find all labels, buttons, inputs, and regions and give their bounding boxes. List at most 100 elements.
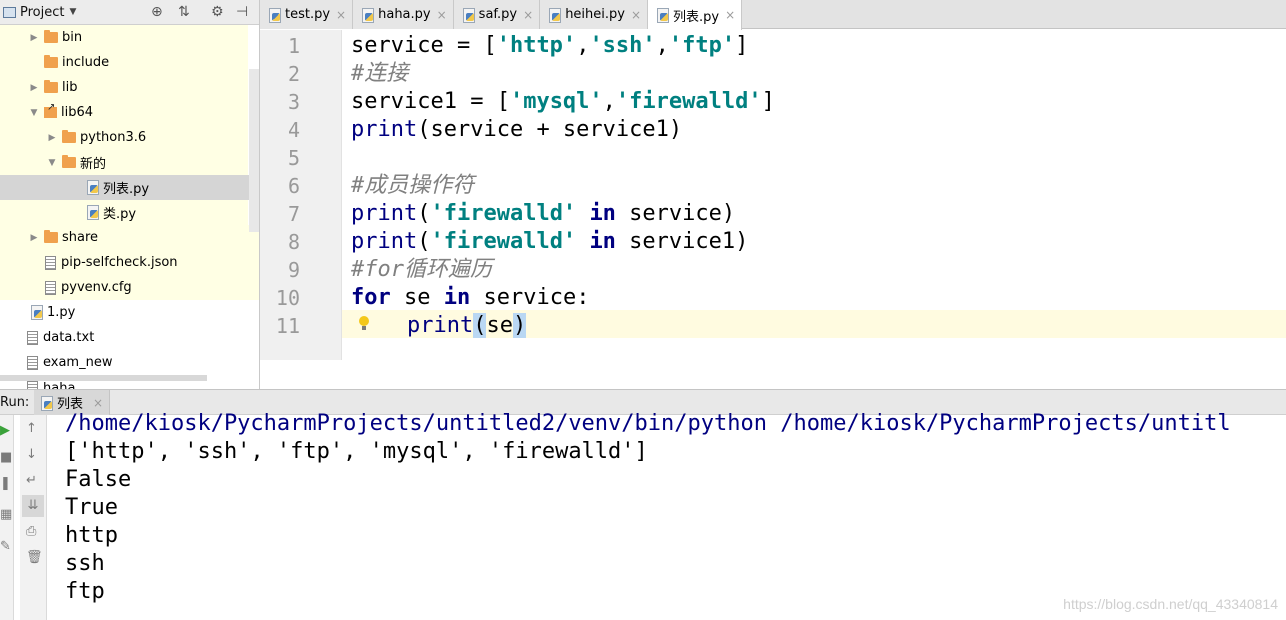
collapse-all-icon[interactable]: ⇅: [178, 4, 190, 20]
tree-item-lib[interactable]: ▶ lib: [0, 75, 248, 100]
line-number: 8: [287, 230, 300, 254]
line-number: 11: [275, 314, 300, 338]
code-line-9: #for循环遍历: [351, 257, 492, 282]
line-number-gutter: 1 2 3 4 5 6 7 8 9 10 11: [260, 30, 342, 360]
project-title[interactable]: Project: [20, 5, 64, 20]
python-file-icon: [30, 305, 43, 320]
soft-wrap-icon[interactable]: ↵: [26, 474, 37, 488]
line-number: 2: [287, 62, 300, 86]
tab-test-py[interactable]: test.py ×: [260, 0, 354, 29]
builtin-token: print: [351, 201, 418, 226]
tree-item-xinde[interactable]: ▼ 新的: [0, 150, 248, 175]
tab-haha-py[interactable]: haha.py ×: [353, 0, 454, 29]
tab-saf-py[interactable]: saf.py ×: [453, 0, 541, 29]
code-token: service): [615, 201, 736, 226]
tree-item-label: python3.6: [80, 130, 147, 145]
trash-icon[interactable]: 🗑: [26, 551, 43, 565]
tab-label: test.py: [285, 7, 331, 22]
string-token: 'firewalld': [430, 229, 577, 254]
pin-icon[interactable]: ✎: [0, 540, 11, 554]
console-command-line: /home/kiosk/PycharmProjects/untitled2/ve…: [65, 411, 1231, 436]
text-file-icon: [27, 355, 38, 370]
tree-item-exam-new[interactable]: exam_new: [0, 350, 248, 375]
code-token: service1): [615, 229, 749, 254]
code-editor[interactable]: 1 2 3 4 5 6 7 8 9 10 11 service = ['http…: [260, 30, 1286, 389]
line-number: 7: [287, 202, 300, 226]
pause-icon[interactable]: ❚: [0, 477, 11, 491]
tree-item-python3-6[interactable]: ▶ python3.6: [0, 125, 248, 150]
watermark: https://blog.csdn.net/qq_43340814: [1063, 596, 1278, 612]
tree-item-haha[interactable]: haha: [0, 375, 207, 389]
tree-item-lib64[interactable]: ▼ lib64: [0, 100, 248, 125]
string-token: 'mysql': [509, 89, 603, 114]
folder-icon: [62, 155, 76, 168]
tree-item-label: 新的: [80, 157, 107, 172]
hide-panel-icon[interactable]: ⊣: [236, 4, 248, 20]
tab-liebiao-py[interactable]: 列表.py ×: [648, 0, 743, 30]
expand-arrow-icon[interactable]: ▼: [28, 108, 40, 118]
tree-item-lei-py[interactable]: 类.py: [0, 200, 248, 225]
arrow-up-icon[interactable]: ↑: [26, 422, 37, 436]
code-line-11: print(se): [407, 312, 527, 340]
console-output-line: ['http', 'ssh', 'ftp', 'mysql', 'firewal…: [65, 439, 648, 464]
close-icon[interactable]: ×: [437, 8, 447, 22]
print-icon[interactable]: ⎙: [26, 525, 36, 539]
tree-item-pyvenv-cfg[interactable]: pyvenv.cfg: [0, 275, 259, 300]
run-toolbar-left: ▶ ■ ❚ ▦ ✎: [0, 415, 14, 620]
line-number: 9: [287, 258, 300, 282]
chevron-down-icon[interactable]: ▼: [69, 7, 76, 17]
expand-arrow-icon[interactable]: ▶: [28, 233, 40, 243]
code-token: (: [417, 229, 431, 254]
expand-arrow-icon[interactable]: ▶: [28, 83, 40, 93]
string-token: 'firewalld': [615, 89, 762, 114]
code-line-4: print(service + service1): [351, 116, 682, 144]
tree-item-label: data.txt: [43, 330, 95, 345]
expand-arrow-icon[interactable]: ▼: [46, 158, 58, 168]
folder-link-icon: [44, 102, 57, 118]
lightbulb-icon[interactable]: [358, 315, 370, 331]
close-icon[interactable]: ×: [336, 8, 346, 22]
stop-icon[interactable]: ■: [0, 451, 12, 465]
tree-item-label: 1.py: [47, 305, 76, 320]
code-line-1: service = ['http','ssh','ftp']: [351, 32, 748, 60]
tree-item-liebiao-py[interactable]: 列表.py: [0, 175, 259, 200]
line-number: 3: [287, 90, 300, 114]
rerun-icon[interactable]: ▶: [0, 424, 10, 438]
arrow-down-icon[interactable]: ↓: [26, 448, 37, 462]
close-icon[interactable]: ×: [725, 8, 735, 22]
tree-item-1-py[interactable]: 1.py: [0, 300, 248, 325]
tree-item-share[interactable]: ▶ share: [0, 225, 259, 250]
code-line-8: print('firewalld' in service1): [351, 228, 748, 256]
tree-item-bin[interactable]: ▶ bin: [0, 25, 248, 50]
string-token: 'ssh': [589, 33, 656, 58]
folder-icon: [44, 80, 58, 93]
code-token: ,: [576, 33, 590, 58]
tree-item-data-txt[interactable]: data.txt: [0, 325, 248, 350]
tab-label: saf.py: [478, 7, 518, 22]
tree-scrollbar[interactable]: [249, 69, 259, 232]
close-icon[interactable]: ×: [93, 396, 103, 410]
tree-item-pip-selfcheck[interactable]: pip-selfcheck.json: [0, 250, 259, 275]
python-file-icon: [86, 205, 99, 220]
string-token: 'firewalld': [430, 201, 577, 226]
tree-item-include[interactable]: include: [0, 50, 248, 75]
text-file-icon: [27, 330, 38, 345]
tree-item-label: 类.py: [103, 207, 137, 222]
run-label: Run:: [0, 395, 30, 410]
expand-arrow-icon[interactable]: ▶: [28, 33, 40, 43]
expand-arrow-icon[interactable]: ▶: [46, 133, 58, 143]
gear-icon[interactable]: ⚙: [211, 4, 224, 20]
folder-icon: [44, 30, 58, 43]
tree-item-label: pip-selfcheck.json: [61, 255, 178, 270]
builtin-token: print: [351, 117, 418, 142]
close-icon[interactable]: ×: [523, 8, 533, 22]
locate-target-icon[interactable]: ⊕: [151, 4, 163, 20]
builtin-token: print: [351, 229, 418, 254]
python-file-icon: [656, 8, 670, 23]
layout-icon[interactable]: ▦: [0, 508, 12, 522]
scroll-to-end-icon[interactable]: ⇊: [22, 495, 44, 517]
tab-heihei-py[interactable]: heihei.py ×: [540, 0, 649, 29]
python-file-icon: [86, 180, 99, 195]
line-number: 10: [275, 286, 300, 310]
close-icon[interactable]: ×: [631, 8, 641, 22]
